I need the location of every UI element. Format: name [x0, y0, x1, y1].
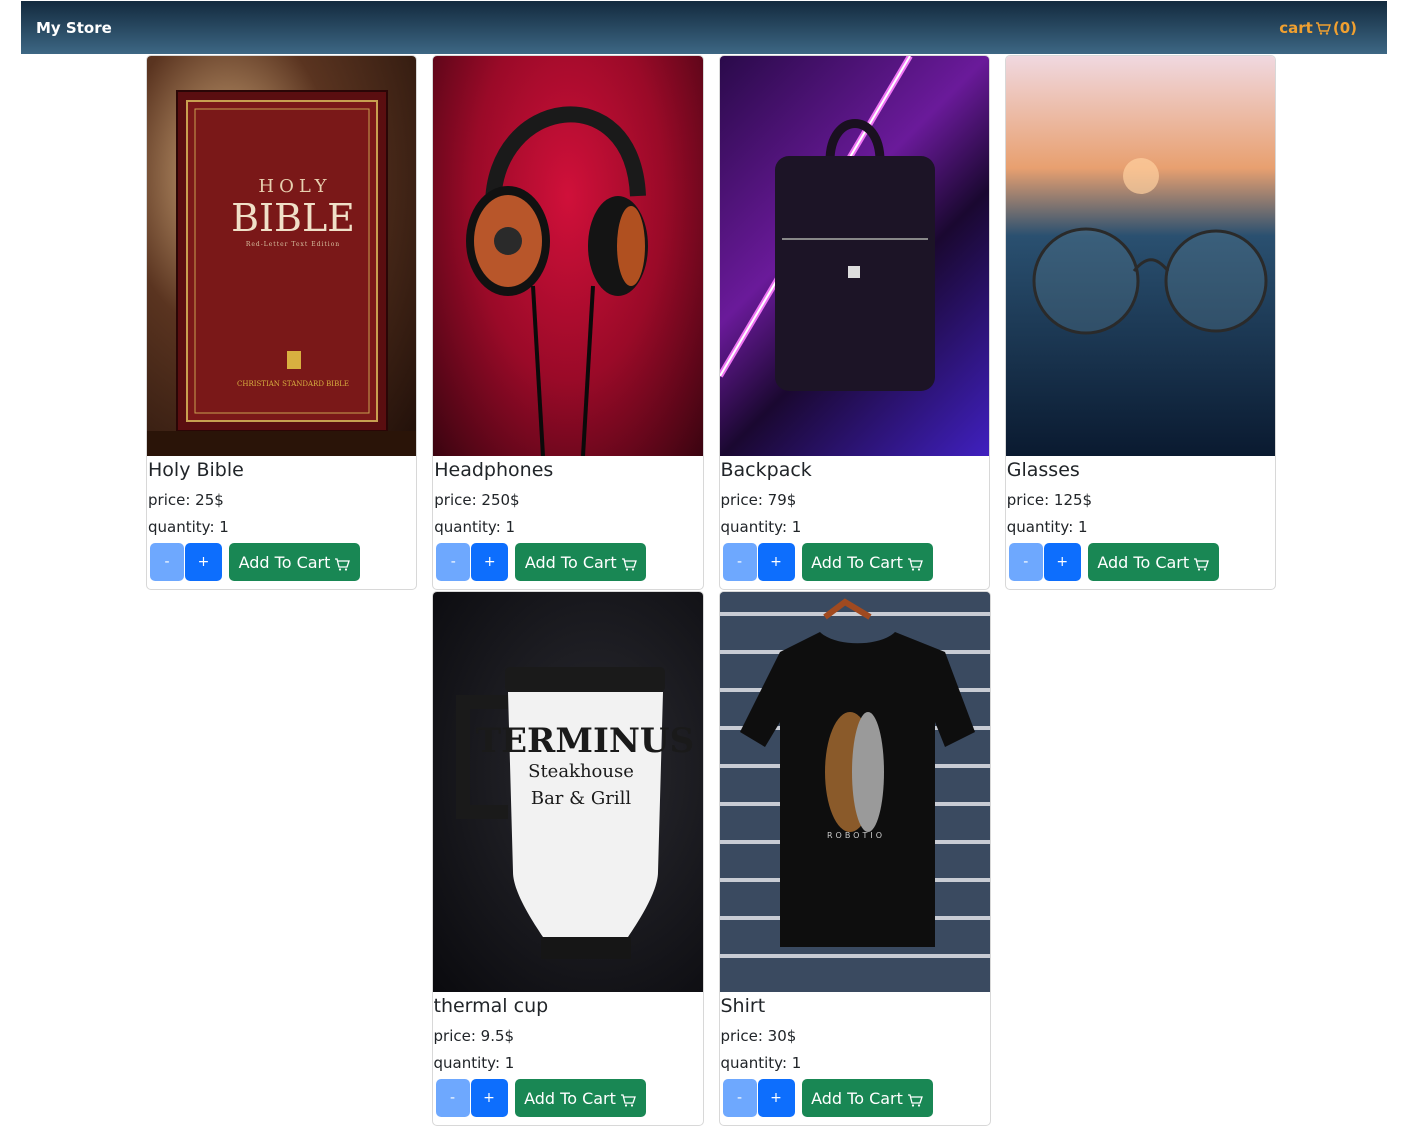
- add-to-cart-button[interactable]: Add To Cart: [1087, 543, 1219, 581]
- product-actions: - + Add To Cart: [1007, 543, 1274, 581]
- top-navbar: My Store cart (0): [21, 1, 1387, 54]
- increase-quantity-button[interactable]: +: [1043, 543, 1081, 581]
- cart-icon: [621, 556, 637, 571]
- product-name: Shirt: [720, 995, 766, 1017]
- product-actions: - + Add To Cart: [434, 543, 701, 581]
- increase-quantity-button[interactable]: +: [185, 543, 222, 581]
- bible-publisher: CHRISTIAN STANDARD BIBLE: [237, 380, 349, 388]
- product-card: Headphones price: 250$ quantity: 1 - + A…: [432, 55, 704, 590]
- cart-icon: [907, 1092, 923, 1107]
- product-image-thermal-cup: TERMINUS Steakhouse Bar & Grill: [432, 592, 703, 992]
- product-image-backpack: [719, 56, 989, 456]
- increase-quantity-button[interactable]: +: [757, 1079, 795, 1117]
- product-price: price: 250$: [434, 491, 520, 509]
- add-to-cart-button[interactable]: Add To Cart: [801, 1079, 933, 1117]
- product-quantity: quantity: 1: [148, 518, 229, 536]
- cup-line3: Bar & Grill: [530, 788, 631, 809]
- product-grid: HOLY BIBLE Red-Letter Text Edition CHRIS…: [146, 55, 1276, 1126]
- product-card: HOLY BIBLE Red-Letter Text Edition CHRIS…: [146, 55, 418, 590]
- product-name: Backpack: [720, 459, 812, 481]
- product-card: Glasses price: 125$ quantity: 1 - + Add …: [1004, 55, 1276, 590]
- product-quantity: quantity: 1: [720, 518, 802, 536]
- decrease-quantity-button[interactable]: -: [435, 1079, 470, 1117]
- product-name: Glasses: [1006, 459, 1080, 481]
- increase-quantity-button[interactable]: +: [470, 1079, 508, 1117]
- product-price: price: 9.5$: [433, 1027, 515, 1045]
- add-to-cart-button[interactable]: Add To Cart: [514, 1079, 646, 1117]
- product-image-bible: HOLY BIBLE Red-Letter Text Edition CHRIS…: [147, 56, 417, 456]
- cart-icon: [907, 556, 923, 571]
- decrease-quantity-button[interactable]: -: [436, 543, 471, 581]
- product-name: thermal cup: [433, 995, 549, 1017]
- add-to-cart-label: Add To Cart: [811, 552, 903, 572]
- decrease-quantity-button[interactable]: -: [150, 543, 184, 581]
- decrease-quantity-button[interactable]: -: [722, 543, 757, 581]
- product-image-headphones: [433, 56, 703, 456]
- product-quantity: quantity: 1: [720, 1054, 802, 1072]
- decrease-quantity-button[interactable]: -: [1008, 543, 1043, 581]
- cart-icon: [620, 1092, 636, 1107]
- cup-line1: TERMINUS: [475, 721, 693, 761]
- add-to-cart-label: Add To Cart: [811, 1088, 903, 1108]
- bible-line2: BIBLE: [231, 196, 355, 240]
- product-row: HOLY BIBLE Red-Letter Text Edition CHRIS…: [146, 55, 1276, 590]
- increase-quantity-button[interactable]: +: [471, 543, 509, 581]
- product-card: TERMINUS Steakhouse Bar & Grill thermal …: [431, 591, 704, 1126]
- product-actions: - + Add To Cart: [148, 543, 415, 581]
- product-quantity: quantity: 1: [1006, 518, 1088, 536]
- add-to-cart-label: Add To Cart: [238, 552, 331, 572]
- product-row: TERMINUS Steakhouse Bar & Grill thermal …: [146, 591, 1276, 1126]
- cup-line2: Steakhouse: [528, 761, 634, 782]
- decrease-quantity-button[interactable]: -: [722, 1079, 757, 1117]
- shirt-print-text: ROBOTIO: [826, 831, 884, 840]
- add-to-cart-button[interactable]: Add To Cart: [229, 543, 360, 581]
- cart-label: cart: [1279, 18, 1313, 37]
- product-actions: - + Add To Cart: [721, 1079, 989, 1117]
- product-image-shirt: ROBOTIO: [719, 592, 990, 992]
- product-name: Holy Bible: [148, 459, 244, 481]
- cart-icon: [1315, 21, 1331, 35]
- product-quantity: quantity: 1: [434, 518, 516, 536]
- cart-icon: [1193, 556, 1210, 571]
- bible-subtitle: Red-Letter Text Edition: [246, 241, 340, 248]
- product-actions: - + Add To Cart: [721, 543, 988, 581]
- add-to-cart-label: Add To Cart: [524, 1088, 616, 1108]
- product-price: price: 25$: [148, 491, 224, 509]
- add-to-cart-button[interactable]: Add To Cart: [515, 543, 647, 581]
- add-to-cart-label: Add To Cart: [1097, 552, 1190, 572]
- product-price: price: 125$: [1006, 491, 1093, 509]
- product-actions: - + Add To Cart: [434, 1079, 702, 1117]
- cart-link[interactable]: cart (0): [1279, 19, 1357, 37]
- add-to-cart-label: Add To Cart: [524, 552, 617, 572]
- product-price: price: 30$: [720, 1027, 797, 1045]
- cart-count: (0): [1332, 18, 1357, 37]
- add-to-cart-button[interactable]: Add To Cart: [801, 543, 933, 581]
- product-card: Backpack price: 79$ quantity: 1 - + Add …: [718, 55, 990, 590]
- bible-line1: HOLY: [258, 176, 331, 197]
- store-brand[interactable]: My Store: [36, 19, 112, 37]
- increase-quantity-button[interactable]: +: [757, 543, 795, 581]
- product-card: ROBOTIO Shirt price: 30$ quantity: 1 - +…: [718, 591, 991, 1126]
- product-quantity: quantity: 1: [433, 1054, 515, 1072]
- cart-icon: [334, 556, 351, 571]
- product-image-glasses: [1005, 56, 1275, 456]
- product-price: price: 79$: [720, 491, 797, 509]
- product-name: Headphones: [434, 459, 554, 481]
